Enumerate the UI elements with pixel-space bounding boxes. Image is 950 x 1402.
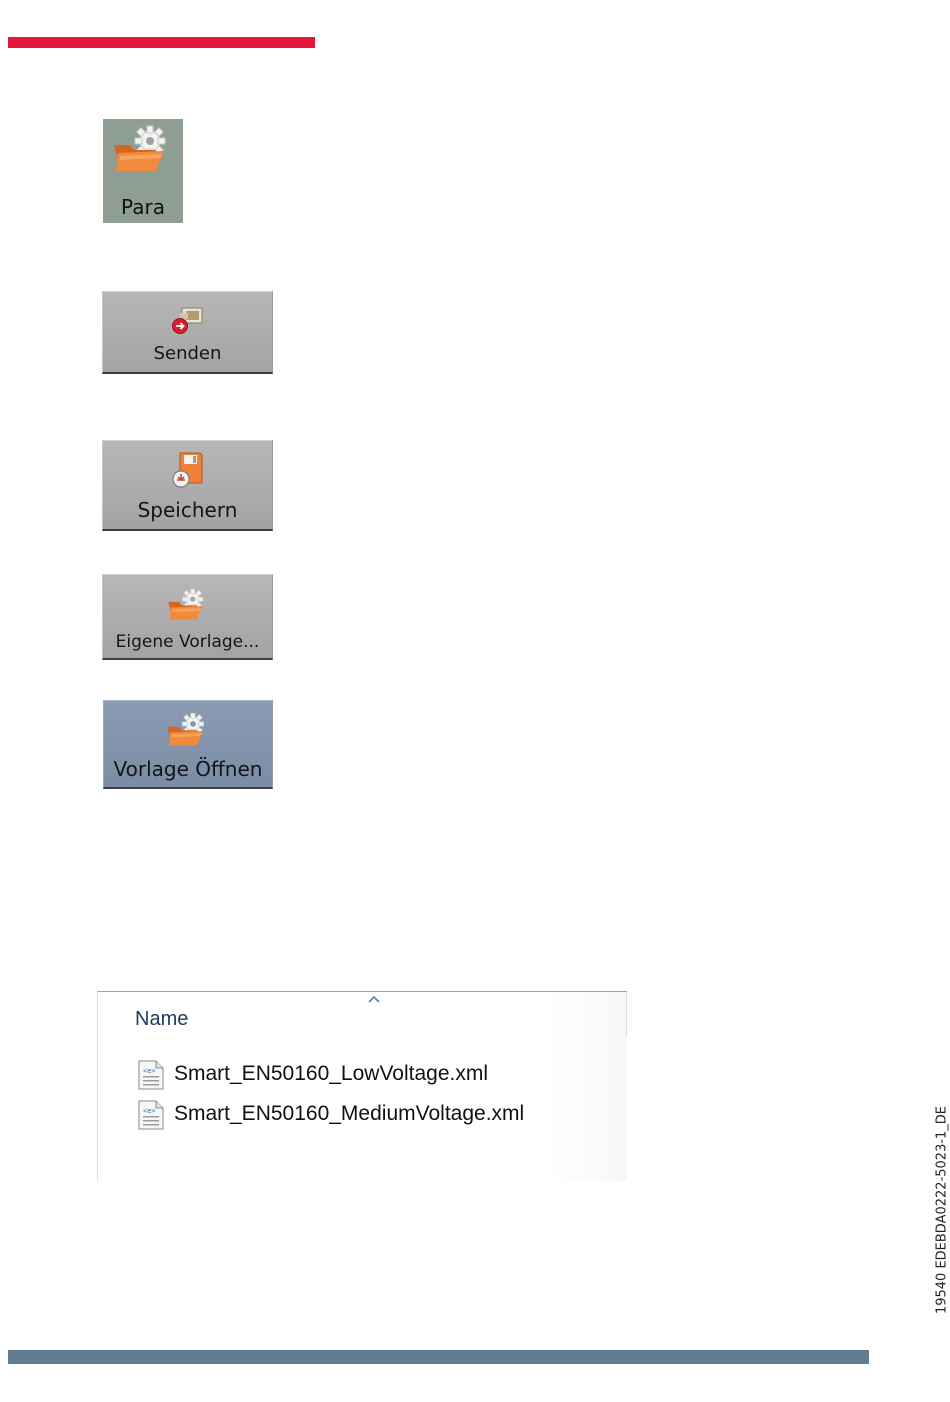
xml-file-icon: <e> bbox=[138, 1060, 164, 1090]
svg-text:<e>: <e> bbox=[143, 1067, 156, 1075]
speichern-button[interactable]: Speichern bbox=[102, 440, 273, 531]
senden-button-label: Senden bbox=[153, 343, 222, 364]
header-accent-bar bbox=[8, 37, 315, 48]
file-row[interactable]: <e> Smart_EN50160_MediumVoltage.xml bbox=[137, 1100, 524, 1130]
document-id: 19540 EDEBDA0222-5023-1_DE bbox=[934, 1105, 950, 1315]
file-name: Smart_EN50160_MediumVoltage.xml bbox=[174, 1102, 525, 1125]
file-row[interactable]: <e> Smart_EN50160_LowVoltage.xml bbox=[137, 1060, 488, 1090]
eigene-vorlage-button-label: Eigene Vorlage... bbox=[115, 632, 260, 652]
vorlage-oeffnen-button[interactable]: Vorlage Öffnen bbox=[103, 700, 273, 789]
file-list-panel: Name <e> Smart_EN50160_LowVoltage.xml <e… bbox=[97, 991, 627, 1181]
folder-gear-icon bbox=[114, 125, 166, 171]
file-name: Smart_EN50160_LowVoltage.xml bbox=[174, 1062, 489, 1085]
svg-text:<e>: <e> bbox=[143, 1107, 156, 1115]
speichern-button-label: Speichern bbox=[137, 498, 238, 522]
senden-button[interactable]: Senden bbox=[102, 291, 273, 374]
send-icon bbox=[171, 307, 202, 334]
eigene-vorlage-button[interactable]: Eigene Vorlage... bbox=[102, 574, 273, 660]
para-button[interactable]: Para bbox=[103, 119, 183, 223]
para-button-label: Para bbox=[121, 195, 165, 219]
footer-bar bbox=[8, 1350, 869, 1364]
column-divider bbox=[626, 992, 627, 1036]
xml-file-icon: <e> bbox=[138, 1100, 164, 1130]
column-header-name[interactable]: Name bbox=[135, 1008, 188, 1031]
save-icon bbox=[171, 452, 202, 488]
sort-ascending-icon[interactable] bbox=[368, 995, 380, 1003]
folder-gear-icon bbox=[167, 712, 204, 746]
folder-gear-icon bbox=[167, 588, 203, 620]
vorlage-oeffnen-button-label: Vorlage Öffnen bbox=[113, 757, 263, 781]
